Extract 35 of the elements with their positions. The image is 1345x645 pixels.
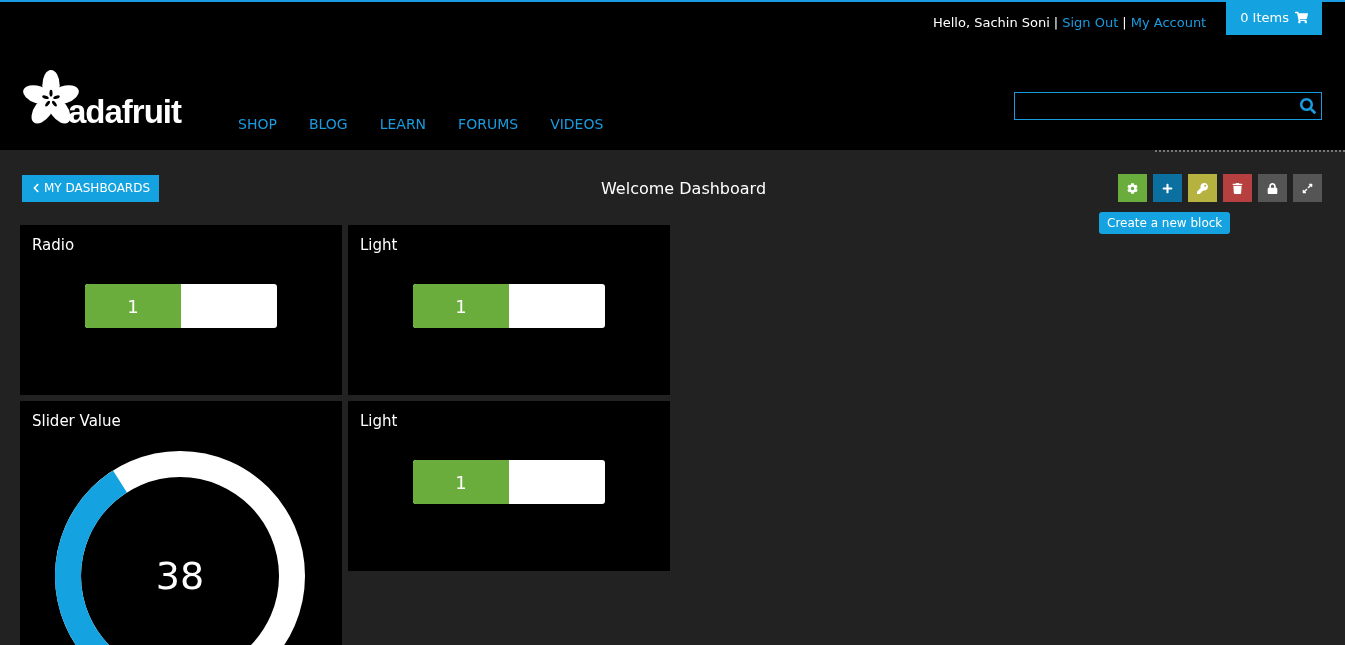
my-account-link[interactable]: My Account xyxy=(1130,15,1207,30)
toggle-knob: 1 xyxy=(413,460,509,504)
nav-link[interactable]: SHOP xyxy=(238,116,277,132)
toolbar-button[interactable] xyxy=(1258,174,1287,202)
search-icon xyxy=(1300,98,1316,114)
toolbar-button[interactable] xyxy=(1223,174,1252,202)
sign-out-link[interactable]: Sign Out xyxy=(1062,15,1119,30)
nav-link[interactable]: BLOG xyxy=(308,116,348,132)
settings-icon xyxy=(1127,182,1138,194)
nav-link[interactable]: FORUMS xyxy=(458,116,519,132)
tooltip: Create a new block xyxy=(1099,212,1231,234)
block-title: Slider Value xyxy=(31,411,122,432)
lock-icon xyxy=(1267,182,1278,194)
gauge-value: 38 xyxy=(155,554,205,598)
block-title: Radio xyxy=(31,235,76,256)
toggle-knob: 1 xyxy=(85,284,181,328)
dashboard-title: Welcome Dashboard xyxy=(600,178,768,198)
search-field[interactable] xyxy=(1014,92,1322,120)
expand-icon xyxy=(1302,182,1313,194)
greeting-text: Hello, Sachin Soni xyxy=(932,15,1050,30)
toggle-knob: 1 xyxy=(413,284,509,328)
nav-link[interactable]: LEARN xyxy=(379,116,427,132)
block-title: Light xyxy=(359,411,399,432)
key-icon xyxy=(1197,182,1208,194)
toolbar-button[interactable] xyxy=(1153,174,1182,202)
block-title: Light xyxy=(359,235,399,256)
plus-icon xyxy=(1162,182,1173,194)
toolbar-button[interactable] xyxy=(1293,174,1322,202)
nav-link[interactable]: VIDEOS xyxy=(550,116,604,132)
cart-icon xyxy=(1295,11,1308,24)
separator-text: | xyxy=(1053,15,1059,30)
separator-text: | xyxy=(1122,15,1127,30)
trash-icon xyxy=(1232,182,1243,194)
chevron-left-icon xyxy=(31,183,41,193)
logo-text: adafruit xyxy=(68,95,181,128)
